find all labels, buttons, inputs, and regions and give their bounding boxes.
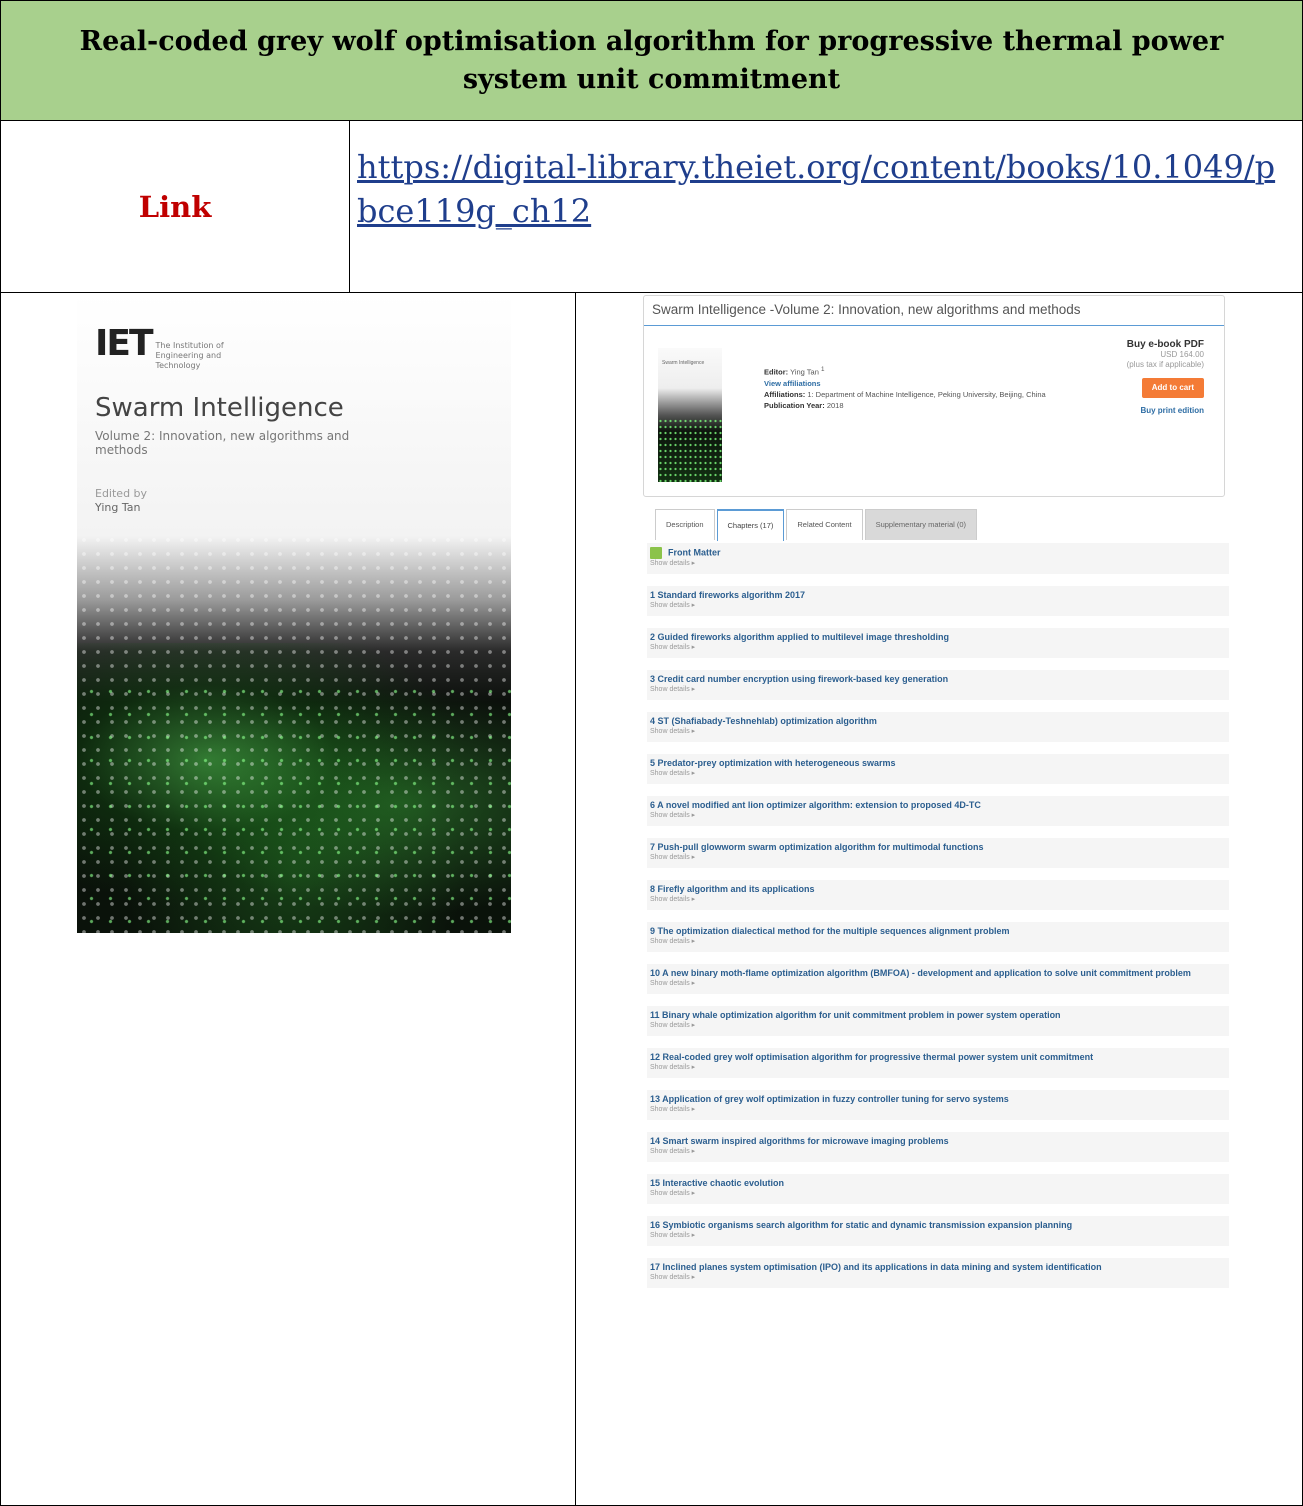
show-details-link[interactable]: Show details ▸: [650, 1021, 1226, 1031]
show-details-link[interactable]: Show details ▸: [650, 643, 1226, 653]
chapter-title[interactable]: 12 Real-coded grey wolf optimisation alg…: [650, 1052, 1226, 1063]
chapter-item[interactable]: 7 Push-pull glowworm swarm optimization …: [647, 838, 1229, 868]
chapter-item[interactable]: 4 ST (Shafiabady-Teshnehlab) optimizatio…: [647, 712, 1229, 742]
chapter-item[interactable]: 8 Firefly algorithm and its applications…: [647, 880, 1229, 910]
chapter-title[interactable]: 16 Symbiotic organisms search algorithm …: [650, 1220, 1226, 1231]
chapter-item[interactable]: 6 A novel modified ant lion optimizer al…: [647, 796, 1229, 826]
chapter-title[interactable]: 5 Predator-prey optimization with hetero…: [650, 758, 1226, 769]
document-table: Real-coded grey wolf optimisation algori…: [0, 0, 1303, 1506]
chapter-item[interactable]: 17 Inclined planes system optimisation (…: [647, 1258, 1229, 1288]
chapter-item[interactable]: 2 Guided fireworks algorithm applied to …: [647, 628, 1229, 658]
chapter-title[interactable]: 11 Binary whale optimization algorithm f…: [650, 1010, 1226, 1021]
chapter-item[interactable]: 15 Interactive chaotic evolution Show det…: [647, 1174, 1229, 1204]
link-label: Link: [138, 189, 212, 224]
chapter-title[interactable]: 4 ST (Shafiabady-Teshnehlab) optimizatio…: [650, 716, 1226, 727]
show-details-link[interactable]: Show details ▸: [650, 979, 1226, 989]
show-details-link[interactable]: Show details ▸: [650, 853, 1226, 863]
show-details-link[interactable]: Show details ▸: [650, 811, 1226, 821]
chapter-title[interactable]: 3 Credit card number encryption using fi…: [650, 674, 1226, 685]
show-details-link[interactable]: Show details ▸: [650, 601, 1226, 611]
show-details-link[interactable]: Show details ▸: [650, 685, 1226, 695]
buy-print-edition-link[interactable]: Buy print edition: [1094, 406, 1204, 416]
chapter-title[interactable]: 6 A novel modified ant lion optimizer al…: [650, 800, 1226, 811]
pub-year: 2018: [826, 400, 844, 410]
affiliations-label: Affiliations:: [764, 389, 806, 399]
document-title: Real-coded grey wolf optimisation algori…: [79, 25, 1224, 95]
link-url-cell: https://digital-library.theiet.org/conte…: [357, 145, 1287, 233]
chapter-item[interactable]: 13 Application of grey wolf optimization…: [647, 1090, 1229, 1120]
iet-logo-mark: IET: [95, 323, 154, 364]
link-label-cell: Link: [1, 121, 350, 292]
chapter-title[interactable]: 8 Firefly algorithm and its applications: [650, 884, 1226, 895]
iet-logo-text: The Institution of Engineering and Techn…: [155, 341, 224, 370]
chapter-title[interactable]: 7 Push-pull glowworm swarm optimization …: [650, 842, 1226, 853]
show-details-link[interactable]: Show details ▸: [650, 1189, 1226, 1199]
tab-description[interactable]: Description: [655, 509, 715, 540]
buy-ebook-heading: Buy e-book PDF: [1126, 339, 1204, 350]
chapter-item[interactable]: 9 The optimization dialectical method fo…: [647, 922, 1229, 952]
webpage-screenshot: Swarm Intelligence -Volume 2: Innovation…: [641, 293, 1241, 1443]
front-matter-title: Front Matter: [668, 547, 721, 558]
book-header: Swarm Intelligence -Volume 2: Innovation…: [644, 296, 1224, 326]
chapter-item[interactable]: 11 Binary whale optimization algorithm f…: [647, 1006, 1229, 1036]
chapter-title[interactable]: 15 Interactive chaotic evolution: [650, 1178, 1226, 1189]
cover-green-lights: [77, 673, 511, 933]
cover-editor: Ying Tan: [95, 501, 141, 514]
chapter-title[interactable]: 9 The optimization dialectical method fo…: [650, 926, 1226, 937]
chapter-list: Front Matter Show details ▸ 1 Standard f…: [647, 543, 1229, 1300]
chapter-item[interactable]: 5 Predator-prey optimization with hetero…: [647, 754, 1229, 784]
show-details-link[interactable]: Show details ▸: [650, 727, 1226, 737]
chapter-item[interactable]: 14 Smart swarm inspired algorithms for m…: [647, 1132, 1229, 1162]
thumbnail-title: Swarm Intelligence: [662, 360, 705, 366]
price-note: (plus tax if applicable): [1126, 360, 1204, 369]
tab-chapters[interactable]: Chapters (17): [716, 509, 785, 541]
pub-year-label: Publication Year:: [764, 400, 825, 410]
show-details-link[interactable]: Show details ▸: [650, 1273, 1226, 1283]
iet-logo: IET The Institution of Engineering and T…: [95, 323, 256, 371]
column-divider: [575, 293, 576, 1505]
cover-subtitle: Volume 2: Innovation, new algorithms and…: [95, 429, 350, 457]
chapter-item[interactable]: 16 Symbiotic organisms search algorithm …: [647, 1216, 1229, 1246]
chapter-title[interactable]: 13 Application of grey wolf optimization…: [650, 1094, 1226, 1105]
chapter-link[interactable]: https://digital-library.theiet.org/conte…: [357, 148, 1275, 230]
link-row: Link https://digital-library.theiet.org/…: [0, 120, 1303, 293]
show-details-link[interactable]: Show details ▸: [650, 1231, 1226, 1241]
tab-supplementary-material[interactable]: Supplementary material (0): [864, 509, 978, 540]
add-to-cart-button[interactable]: Add to cart: [1141, 378, 1204, 398]
tab-bar: Description Chapters (17) Related Conten…: [655, 509, 979, 541]
chapter-title[interactable]: 10 A new binary moth-flame optimization …: [650, 968, 1226, 979]
front-matter-item[interactable]: Front Matter Show details ▸: [647, 543, 1229, 574]
book-info-box: Swarm Intelligence -Volume 2: Innovation…: [643, 295, 1225, 497]
chapter-title[interactable]: 14 Smart swarm inspired algorithms for m…: [650, 1136, 1226, 1147]
show-details-link[interactable]: Show details ▸: [650, 937, 1226, 947]
chapter-title[interactable]: 2 Guided fireworks algorithm applied to …: [650, 632, 1226, 643]
show-details-link[interactable]: Show details ▸: [650, 1063, 1226, 1073]
chapter-item[interactable]: 1 Standard fireworks algorithm 2017 Show …: [647, 586, 1229, 616]
editor-name: Ying Tan: [790, 367, 819, 377]
document-icon: [650, 547, 662, 559]
cover-title: Swarm Intelligence: [95, 393, 344, 423]
chapter-title[interactable]: 17 Inclined planes system optimisation (…: [650, 1262, 1226, 1273]
cover-edited-by: Edited by: [95, 487, 148, 500]
show-details-link[interactable]: Show details ▸: [650, 559, 1226, 569]
show-details-link[interactable]: Show details ▸: [650, 769, 1226, 779]
chapter-item[interactable]: 12 Real-coded grey wolf optimisation alg…: [647, 1048, 1229, 1078]
book-metadata: Editor: Ying Tan 1 View affiliations Aff…: [764, 364, 1104, 411]
chapter-item[interactable]: 10 A new binary moth-flame optimization …: [647, 964, 1229, 994]
chapter-title[interactable]: 1 Standard fireworks algorithm 2017: [650, 590, 1226, 601]
show-details-link[interactable]: Show details ▸: [650, 895, 1226, 905]
buy-panel: Buy e-book PDF USD 164.00 (plus tax if a…: [1094, 340, 1204, 416]
tab-related-content[interactable]: Related Content: [786, 509, 863, 540]
price: USD 164.00: [1160, 350, 1204, 359]
editor-label: Editor:: [764, 367, 789, 377]
content-row: IET The Institution of Engineering and T…: [0, 292, 1303, 1506]
book-thumbnail[interactable]: Swarm Intelligence: [658, 348, 722, 482]
title-row: Real-coded grey wolf optimisation algori…: [0, 0, 1303, 121]
show-details-link[interactable]: Show details ▸: [650, 1105, 1226, 1115]
show-details-link[interactable]: Show details ▸: [650, 1147, 1226, 1157]
view-affiliations-link[interactable]: View affiliations: [764, 378, 1104, 389]
book-cover-image: IET The Institution of Engineering and T…: [77, 293, 511, 933]
chapter-item[interactable]: 3 Credit card number encryption using fi…: [647, 670, 1229, 700]
affiliations-text: 1: Department of Machine Intelligence, P…: [807, 389, 1046, 399]
